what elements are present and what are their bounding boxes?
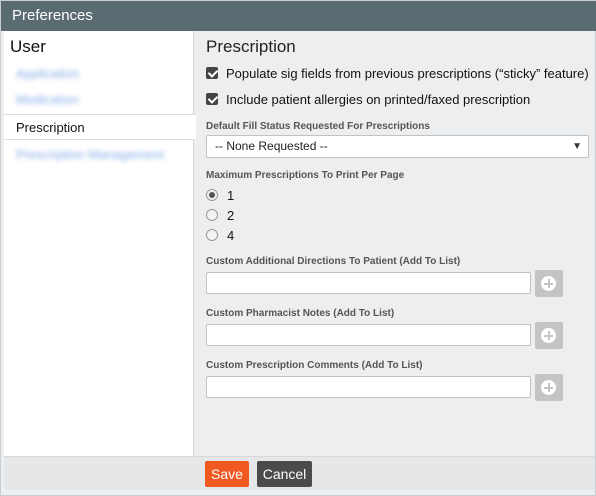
pharmacist-notes-input[interactable] bbox=[206, 324, 531, 346]
max-print-option-label: 1 bbox=[227, 187, 235, 203]
max-print-option-label: 2 bbox=[227, 207, 235, 223]
rx-comments-label: Custom Prescription Comments (Add To Lis… bbox=[206, 360, 423, 371]
max-print-option-label: 4 bbox=[227, 227, 235, 243]
sticky-sig-option[interactable]: Populate sig fields from previous prescr… bbox=[206, 64, 589, 82]
sidebar-heading: User bbox=[10, 37, 46, 56]
sidebar-item-prescription[interactable]: Prescription bbox=[4, 114, 196, 140]
max-print-radio-1[interactable] bbox=[206, 189, 218, 201]
directions-label: Custom Additional Directions To Patient … bbox=[206, 256, 461, 267]
fill-status-label: Default Fill Status Requested For Prescr… bbox=[206, 121, 430, 132]
max-print-option-1[interactable]: 1 bbox=[206, 187, 234, 203]
max-print-radio-4[interactable] bbox=[206, 229, 218, 241]
add-pharmacist-notes-button[interactable] bbox=[535, 322, 563, 349]
max-print-option-2[interactable]: 2 bbox=[206, 207, 234, 223]
include-allergies-option[interactable]: Include patient allergies on printed/fax… bbox=[206, 90, 530, 108]
caret-down-icon: ▼ bbox=[572, 141, 582, 152]
fill-status-select[interactable]: -- None Requested -- ▼ bbox=[206, 135, 589, 158]
directions-input[interactable] bbox=[206, 272, 531, 294]
dialog-footer: Save Cancel bbox=[4, 456, 595, 490]
sticky-sig-checkbox[interactable] bbox=[206, 67, 218, 79]
section-title: Prescription bbox=[206, 37, 296, 56]
pharmacist-notes-label: Custom Pharmacist Notes (Add To List) bbox=[206, 308, 395, 319]
plus-circle-icon bbox=[541, 380, 556, 395]
plus-circle-icon bbox=[541, 328, 556, 343]
main-panel: Prescription Populate sig fields from pr… bbox=[195, 31, 595, 456]
max-print-radio-2[interactable] bbox=[206, 209, 218, 221]
include-allergies-label: Include patient allergies on printed/fax… bbox=[226, 91, 531, 107]
sticky-sig-label: Populate sig fields from previous prescr… bbox=[226, 65, 589, 81]
fill-status-value: -- None Requested -- bbox=[215, 139, 328, 153]
preferences-dialog: Preferences User Application Medication … bbox=[0, 0, 596, 496]
add-directions-button[interactable] bbox=[535, 270, 563, 297]
sidebar-item-application[interactable]: Application bbox=[4, 61, 194, 87]
max-print-label: Maximum Prescriptions To Print Per Page bbox=[206, 170, 405, 181]
rx-comments-input[interactable] bbox=[206, 376, 531, 398]
sidebar-item-prescription-management[interactable]: Prescription Management bbox=[4, 142, 194, 168]
cancel-button[interactable]: Cancel bbox=[257, 461, 312, 487]
save-button[interactable]: Save bbox=[205, 461, 249, 487]
max-print-option-4[interactable]: 4 bbox=[206, 227, 234, 243]
include-allergies-checkbox[interactable] bbox=[206, 93, 218, 105]
add-rx-comments-button[interactable] bbox=[535, 374, 563, 401]
sidebar: User Application Medication Prescription… bbox=[4, 31, 196, 456]
dialog-title: Preferences bbox=[1, 1, 596, 31]
plus-circle-icon bbox=[541, 276, 556, 291]
sidebar-item-medication[interactable]: Medication bbox=[4, 87, 194, 113]
